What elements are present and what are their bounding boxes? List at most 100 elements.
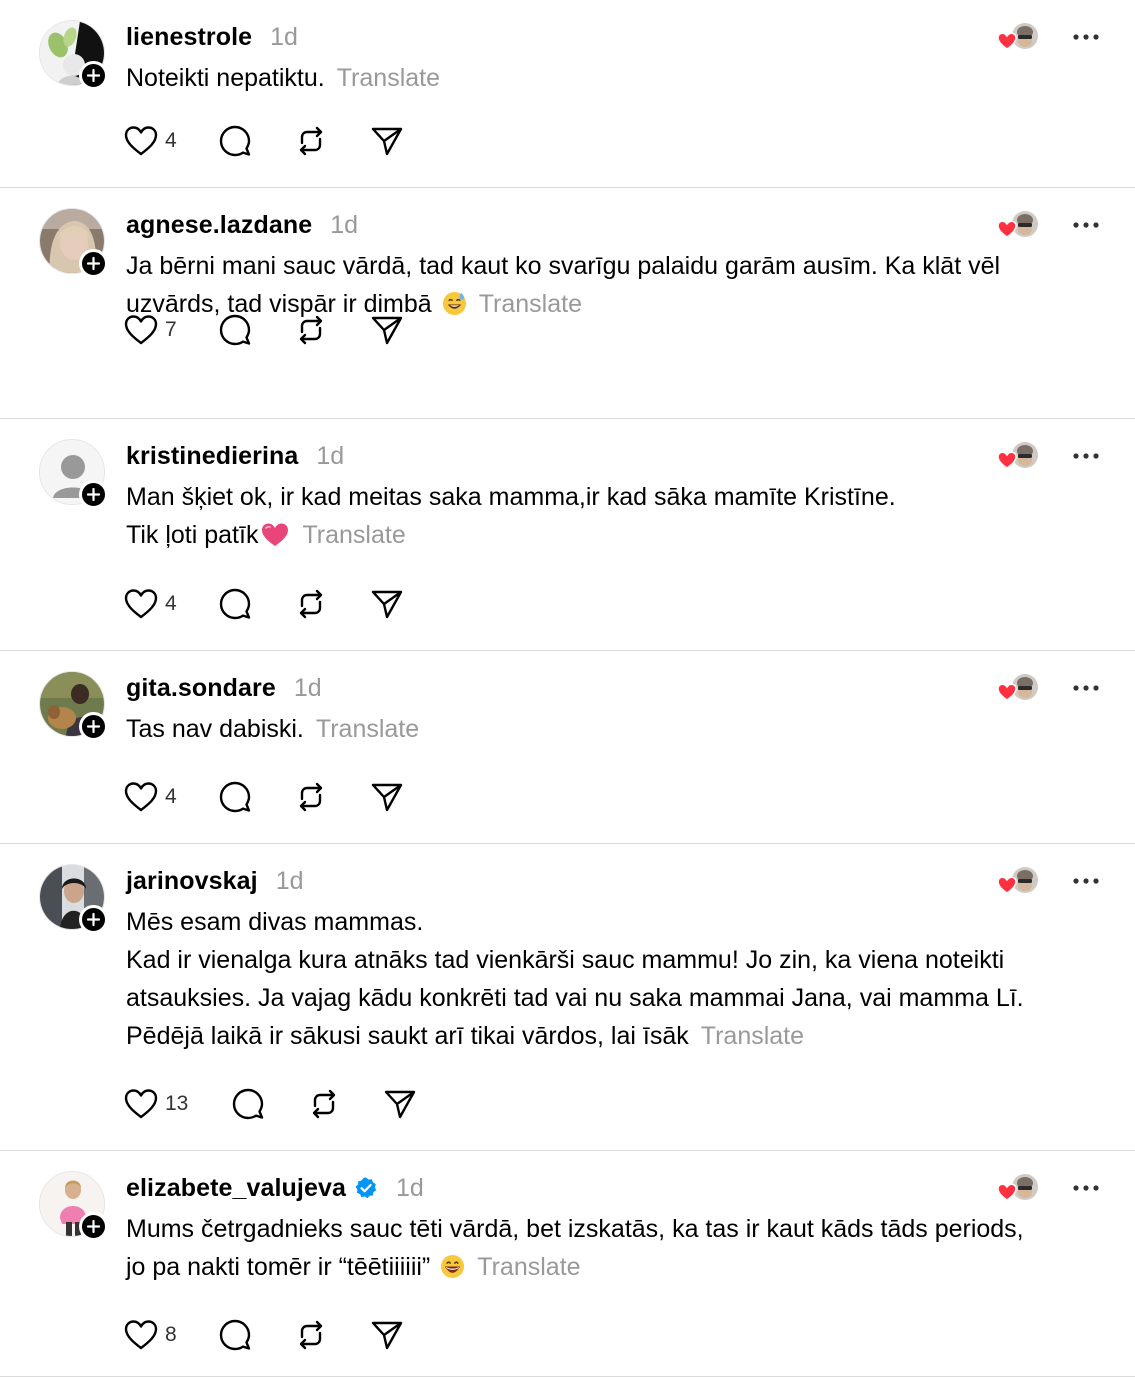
post-text-line: Mums četrgadnieks sauc tēti vārdā, bet i… (126, 1210, 1086, 1248)
repost-button[interactable] (294, 124, 370, 158)
repost-icon (307, 1087, 341, 1121)
plus-icon (87, 913, 100, 926)
post-header: elizabete_valujeva 1d (126, 1171, 424, 1205)
timestamp[interactable]: 1d (294, 674, 322, 703)
follow-plus-button[interactable] (79, 249, 108, 278)
translate-link[interactable]: Translate (701, 1022, 804, 1050)
like-button[interactable]: 7 (123, 313, 218, 347)
timestamp[interactable]: 1d (316, 442, 344, 471)
liked-by-author-avatar[interactable] (997, 439, 1041, 473)
reply-post: jarinovskaj 1d Mēs esam divas mammas. Kad… (0, 844, 1135, 1151)
action-bar: 13 (123, 1083, 417, 1125)
share-button[interactable] (370, 313, 404, 347)
like-button[interactable]: 4 (123, 780, 218, 814)
username[interactable]: elizabete_valujeva (126, 1174, 346, 1203)
follow-plus-button[interactable] (79, 61, 108, 90)
follow-plus-button[interactable] (79, 905, 108, 934)
post-text: Noteikti nepatiktu. (126, 64, 325, 92)
more-options-button[interactable] (1066, 208, 1106, 242)
username[interactable]: agnese.lazdane (126, 211, 312, 240)
share-button[interactable] (383, 1087, 417, 1121)
like-button[interactable]: 4 (123, 124, 218, 158)
repost-button[interactable] (307, 1087, 383, 1121)
reply-button[interactable] (218, 780, 294, 814)
reply-button[interactable] (218, 1318, 294, 1352)
comment-bubble-icon (218, 124, 252, 158)
more-dots-icon (1072, 872, 1100, 890)
heart-outline-icon (123, 587, 159, 621)
like-count: 4 (165, 785, 177, 808)
more-options-button[interactable] (1066, 20, 1106, 54)
reply-button[interactable] (218, 587, 294, 621)
repost-button[interactable] (294, 1318, 370, 1352)
translate-link[interactable]: Translate (337, 64, 440, 92)
timestamp[interactable]: 1d (276, 867, 304, 896)
username[interactable]: kristinedierina (126, 442, 298, 471)
more-options-button[interactable] (1066, 671, 1106, 705)
username[interactable]: lienestrole (126, 23, 252, 52)
post-text: atsauksies. Ja vajag kādu konkrēti tad v… (126, 984, 1024, 1012)
follow-plus-button[interactable] (79, 480, 108, 509)
timestamp[interactable]: 1d (270, 23, 298, 52)
share-button[interactable] (370, 124, 404, 158)
repost-button[interactable] (294, 780, 370, 814)
liked-by-author-avatar[interactable] (997, 208, 1041, 242)
like-count: 13 (165, 1092, 189, 1115)
repost-button[interactable] (294, 313, 370, 347)
share-button[interactable] (370, 1318, 404, 1352)
like-button[interactable]: 13 (123, 1087, 231, 1121)
post-text: Tas nav dabiski. (126, 715, 304, 743)
share-button[interactable] (370, 780, 404, 814)
like-button[interactable]: 4 (123, 587, 218, 621)
action-bar: 4 (123, 776, 404, 818)
post-text: Ja bērni mani sauc vārdā, tad kaut ko sv… (126, 252, 1001, 280)
repost-icon (294, 1318, 328, 1352)
send-icon (370, 313, 404, 347)
pink-heart-emoji (262, 523, 289, 546)
reply-button[interactable] (218, 124, 294, 158)
more-dots-icon (1072, 447, 1100, 465)
username[interactable]: jarinovskaj (126, 867, 258, 896)
action-bar: 4 (123, 583, 404, 625)
send-icon (370, 1318, 404, 1352)
translate-link[interactable]: Translate (479, 290, 582, 318)
plus-icon (87, 69, 100, 82)
like-count: 7 (165, 318, 177, 341)
more-options-button[interactable] (1066, 864, 1106, 898)
reply-post: kristinedierina 1d Man šķiet ok, ir kad … (0, 419, 1135, 651)
liked-by-author-avatar[interactable] (997, 20, 1041, 54)
plus-icon (87, 257, 100, 270)
translate-link[interactable]: Translate (302, 521, 405, 549)
more-dots-icon (1072, 1179, 1100, 1197)
reply-button[interactable] (218, 313, 294, 347)
post-header: gita.sondare 1d (126, 671, 322, 705)
username[interactable]: gita.sondare (126, 674, 276, 703)
timestamp[interactable]: 1d (330, 211, 358, 240)
post-header: jarinovskaj 1d (126, 864, 304, 898)
comment-bubble-icon (218, 587, 252, 621)
plus-icon (87, 1220, 100, 1233)
liked-by-author-avatar[interactable] (997, 864, 1041, 898)
reply-button[interactable] (231, 1087, 307, 1121)
avatar-container (39, 671, 108, 741)
timestamp[interactable]: 1d (396, 1174, 424, 1203)
send-icon (370, 780, 404, 814)
reply-post: gita.sondare 1d Tas nav dabiski. Translat… (0, 651, 1135, 844)
post-body: Tas nav dabiski. Translate (126, 710, 1086, 748)
more-options-button[interactable] (1066, 1171, 1106, 1205)
translate-link[interactable]: Translate (316, 715, 419, 743)
more-dots-icon (1072, 679, 1100, 697)
share-button[interactable] (370, 587, 404, 621)
liked-by-author-avatar[interactable] (997, 671, 1041, 705)
translate-link[interactable]: Translate (477, 1253, 580, 1281)
more-options-button[interactable] (1066, 439, 1106, 473)
repost-icon (294, 587, 328, 621)
post-text-line: jo pa nakti tomēr ir “tēētiiiiii” Transla… (126, 1248, 1086, 1286)
follow-plus-button[interactable] (79, 1212, 108, 1241)
like-button[interactable]: 8 (123, 1318, 218, 1352)
more-dots-icon (1072, 28, 1100, 46)
liked-by-author-avatar[interactable] (997, 1171, 1041, 1205)
repost-button[interactable] (294, 587, 370, 621)
follow-plus-button[interactable] (79, 712, 108, 741)
send-icon (370, 587, 404, 621)
